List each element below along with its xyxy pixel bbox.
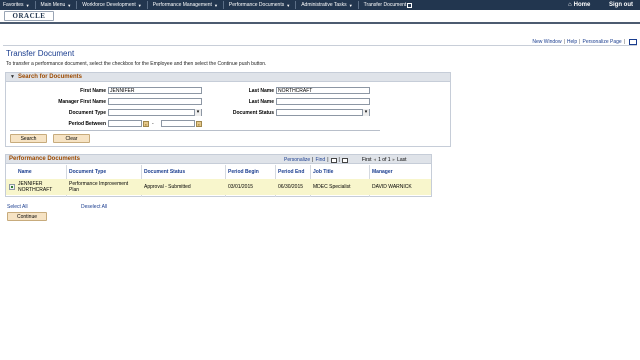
- chevron-down-icon: ▼: [213, 2, 218, 8]
- grid-column-headers: Name Document Type Document Status Perio…: [6, 169, 431, 178]
- top-navigation-bar: Favorites ▼ Main Menu ▼ Workforce Develo…: [0, 0, 640, 10]
- prev-page-icon[interactable]: ◂: [374, 157, 377, 163]
- grid-personalize-link[interactable]: Personalize: [284, 157, 310, 163]
- nav-administrative-tasks[interactable]: Administrative Tasks ▼: [296, 0, 357, 10]
- cell-document-type: Performance Improvement Plan: [69, 181, 129, 193]
- deselect-all-link[interactable]: Deselect All: [81, 204, 107, 210]
- brand-bar: [0, 10, 640, 24]
- divider: [3, 45, 637, 46]
- page-title: Transfer Document: [6, 49, 75, 58]
- document-type-select[interactable]: [108, 109, 202, 116]
- calendar-icon[interactable]: ▪: [143, 121, 149, 127]
- nav-workforce-development[interactable]: Workforce Development ▼: [77, 0, 147, 10]
- chevron-down-icon: ▼: [25, 2, 30, 8]
- continue-button[interactable]: Continue: [7, 212, 47, 221]
- grid-find-link[interactable]: Find: [315, 157, 325, 163]
- document-status-select[interactable]: [276, 109, 370, 116]
- collapse-icon[interactable]: ▼: [10, 74, 15, 80]
- window-icon: [407, 2, 413, 8]
- manager-last-name-field[interactable]: [276, 98, 370, 105]
- col-job-title[interactable]: Job Title: [313, 169, 333, 175]
- link-separator: |: [312, 157, 314, 163]
- page-range: 1 of 1: [378, 157, 391, 163]
- nav-main-menu[interactable]: Main Menu ▼: [36, 0, 77, 10]
- nav-transfer-document[interactable]: Transfer Document: [359, 0, 418, 10]
- nav-performance-management[interactable]: Performance Management ▼: [148, 0, 223, 10]
- search-section-header[interactable]: ▼ Search for Documents: [6, 73, 450, 82]
- row-select-checkbox[interactable]: [9, 184, 15, 190]
- last-name-field[interactable]: NORTHCRAFT: [276, 87, 370, 94]
- period-end-field[interactable]: [161, 120, 195, 127]
- cell-job-title: MDEC Specialist: [313, 184, 351, 190]
- document-status-label: Document Status: [232, 110, 274, 116]
- cell-manager: DAVID WARNICK: [372, 184, 412, 190]
- cell-period-begin: 03/01/2015: [228, 184, 254, 190]
- cell-period-end: 06/30/2015: [278, 184, 304, 190]
- first-page-link[interactable]: First: [362, 157, 372, 163]
- chevron-down-icon: ▼: [67, 2, 72, 8]
- last-name-label: Last Name: [248, 88, 274, 94]
- download-icon[interactable]: [341, 157, 348, 163]
- view-all-icon[interactable]: [330, 157, 337, 163]
- last-page-link[interactable]: Last: [397, 157, 406, 163]
- table-row[interactable]: JENNIFER NORTHCRAFT Performance Improvem…: [6, 179, 431, 195]
- document-type-label: Document Type: [68, 110, 106, 116]
- link-separator: |: [327, 157, 329, 163]
- first-name-field[interactable]: JENNIFER: [108, 87, 202, 94]
- instructions-text: To transfer a performance document, sele…: [6, 61, 267, 67]
- period-dash: -: [152, 121, 154, 127]
- chevron-down-icon: ▼: [137, 2, 142, 8]
- calendar-icon[interactable]: ▪: [196, 121, 202, 127]
- oracle-logo: ORACLE: [4, 11, 54, 21]
- chevron-down-icon: ▼: [286, 2, 291, 8]
- col-document-status[interactable]: Document Status: [144, 169, 185, 175]
- sign-out-link[interactable]: Sign out: [609, 0, 633, 10]
- next-page-icon[interactable]: ▸: [393, 157, 396, 163]
- col-document-type[interactable]: Document Type: [69, 169, 106, 175]
- col-period-end[interactable]: Period End: [278, 169, 304, 175]
- manager-first-name-field[interactable]: [108, 98, 202, 105]
- home-link[interactable]: ⌂ Home: [568, 0, 590, 10]
- nav-favorites[interactable]: Favorites ▼: [0, 0, 35, 10]
- col-period-begin[interactable]: Period Begin: [228, 169, 259, 175]
- first-name-label: First Name: [80, 88, 106, 94]
- manager-last-name-label: Last Name: [248, 99, 274, 105]
- link-separator: |: [338, 157, 340, 163]
- manager-first-name-label: Manager First Name: [58, 99, 106, 105]
- col-name[interactable]: Name: [18, 169, 32, 175]
- grid-header: Performance Documents Personalize | Find…: [6, 155, 431, 164]
- cell-name: JENNIFER NORTHCRAFT: [18, 181, 53, 193]
- performance-documents-grid: Performance Documents Personalize | Find…: [5, 154, 432, 197]
- home-icon: ⌂: [568, 2, 572, 8]
- search-divider: [10, 130, 380, 131]
- chevron-down-icon: ▼: [348, 2, 353, 8]
- clear-button[interactable]: Clear: [53, 134, 90, 143]
- search-button[interactable]: Search: [10, 134, 47, 143]
- grid-toolbar: Personalize | Find | | First ◂ 1 of 1 ▸ …: [284, 157, 407, 163]
- grid-title: Performance Documents: [9, 156, 81, 162]
- period-start-field[interactable]: [108, 120, 142, 127]
- select-all-link[interactable]: Select All: [7, 204, 28, 210]
- search-section: ▼ Search for Documents First Name JENNIF…: [5, 72, 451, 147]
- nav-performance-documents[interactable]: Performance Documents ▼: [224, 0, 295, 10]
- col-manager[interactable]: Manager: [372, 169, 393, 175]
- cell-document-status: Approval - Submitted: [144, 184, 191, 190]
- period-between-label: Period Between: [68, 121, 106, 127]
